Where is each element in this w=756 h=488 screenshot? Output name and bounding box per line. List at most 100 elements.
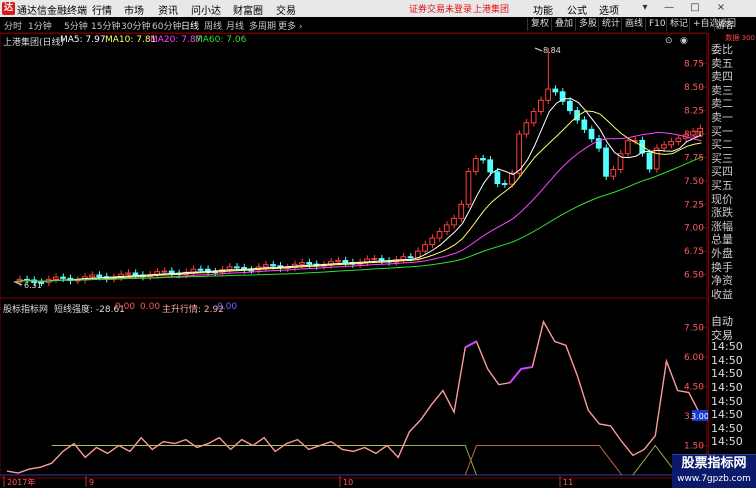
candle-body bbox=[132, 272, 139, 276]
candle-body bbox=[465, 171, 472, 205]
strength-line bbox=[6, 319, 701, 474]
price-axis-label: 6.50 bbox=[684, 271, 704, 281]
date-label: 9 bbox=[89, 478, 94, 487]
candle-body bbox=[96, 274, 103, 278]
candle-body bbox=[161, 270, 168, 273]
quote-panel: 数据 300 委比 卖五 卖四 卖三 卖二 卖一 买一 买二 买三 买四 买五 现价 涨跌 涨幅 总量 外盘换… bbox=[708, 33, 756, 487]
indicator-value-5: 0.00 bbox=[217, 302, 238, 312]
date-label: 10 bbox=[343, 478, 353, 487]
quote-panel-item: 14:50 bbox=[711, 394, 743, 408]
chart-settings-icon[interactable]: ◉ bbox=[680, 36, 688, 46]
candle-body bbox=[342, 259, 349, 263]
watermark-url: www.7gpzb.com bbox=[677, 474, 751, 484]
candle-body bbox=[653, 147, 660, 170]
candle-body bbox=[697, 127, 704, 133]
candle-body bbox=[52, 276, 59, 280]
quote-panel-item: 14:50 bbox=[711, 421, 743, 435]
candle-body bbox=[436, 230, 443, 239]
candle-body bbox=[646, 152, 653, 170]
price-axis-label: 6.75 bbox=[684, 247, 704, 257]
current-value-text: 3.00 bbox=[691, 412, 709, 421]
price-axis-label: 7.00 bbox=[684, 224, 704, 234]
main-chart-frame bbox=[0, 32, 708, 299]
quote-panel-item: 14:50 bbox=[711, 340, 743, 354]
candle-body bbox=[523, 122, 530, 135]
magenta-segment bbox=[464, 340, 477, 349]
candle-body bbox=[610, 168, 617, 177]
watermark-title: 股票指标网 bbox=[681, 456, 747, 471]
candle-body bbox=[429, 237, 436, 246]
ma20-label: MA20: 7.87 bbox=[150, 35, 202, 45]
candle-body bbox=[545, 88, 551, 101]
price-axis-label: 7.75 bbox=[684, 153, 704, 163]
quote-panel-item: 收益 bbox=[711, 287, 733, 301]
price-axis-label: 8.75 bbox=[684, 60, 704, 70]
expand-icon[interactable]: ⊙ bbox=[665, 36, 673, 46]
signal-band-2 bbox=[409, 445, 477, 476]
quote-panel-item: 14:50 bbox=[711, 408, 743, 422]
date-label: 2017年 bbox=[7, 477, 35, 487]
candle-body bbox=[60, 276, 66, 279]
candle-body bbox=[552, 88, 559, 93]
ma5-line bbox=[13, 98, 702, 283]
signal-band-4 bbox=[632, 444, 679, 476]
ma10-line bbox=[13, 110, 702, 283]
high-pointer bbox=[534, 47, 543, 52]
magenta-segment bbox=[509, 365, 533, 384]
candle-body bbox=[89, 274, 95, 278]
candle-body bbox=[516, 133, 523, 174]
high-price-label: 8.84 bbox=[543, 46, 561, 55]
candle-body bbox=[422, 244, 428, 252]
indicator-axis-label: 6.00 bbox=[684, 353, 704, 363]
candle-body bbox=[537, 99, 544, 113]
candle-body bbox=[480, 158, 486, 161]
candle-body bbox=[588, 128, 595, 140]
candle-body bbox=[501, 183, 508, 186]
candle-body bbox=[443, 224, 450, 232]
candle-body bbox=[661, 144, 667, 149]
candle-body bbox=[472, 158, 479, 173]
candle-body bbox=[624, 140, 631, 155]
chart-title: 上港集团(日线) bbox=[3, 38, 65, 48]
indicator-value-2: 0.00 bbox=[115, 302, 136, 312]
candle-body bbox=[299, 262, 305, 265]
price-axis-label: 7.25 bbox=[684, 200, 704, 210]
candle-body bbox=[335, 259, 342, 263]
candle-body bbox=[581, 119, 588, 130]
quote-panel-item: 14:50 bbox=[711, 367, 743, 381]
candle-body bbox=[226, 266, 233, 271]
candle-body bbox=[603, 147, 609, 177]
watermark-box: 股票指标网 www.7gpzb.com bbox=[672, 454, 756, 488]
candle-body bbox=[675, 137, 682, 143]
candle-body bbox=[407, 256, 414, 259]
price-axis-label: 7.50 bbox=[684, 177, 704, 187]
quote-panel-item: 14:50 bbox=[711, 381, 743, 394]
candle-body bbox=[458, 203, 465, 219]
indicator-value-4: 主升行情: 2.92 bbox=[162, 305, 224, 315]
ma60-label: MA60: 7.06 bbox=[195, 35, 247, 45]
candle-body bbox=[494, 171, 501, 185]
low-price-label: 6.31 bbox=[24, 281, 42, 290]
ma20-line bbox=[13, 131, 702, 283]
ma5-label: MA5: 7.97 bbox=[60, 35, 106, 45]
kline-chart[interactable]: 8.758.508.258.007.757.507.257.006.756.50… bbox=[0, 0, 756, 487]
quote-panel-item: 14:50 bbox=[711, 435, 743, 449]
indicator-axis-label: 4.50 bbox=[684, 383, 704, 393]
price-axis-label: 8.25 bbox=[684, 107, 704, 117]
indicator-axis-label: 1.50 bbox=[684, 442, 704, 452]
candle-body bbox=[566, 100, 573, 112]
candle-body bbox=[371, 258, 378, 261]
candle-body bbox=[451, 217, 457, 226]
indicator-name[interactable]: 股标指标网 bbox=[3, 302, 48, 315]
candle-body bbox=[530, 111, 537, 124]
signal-band-3 bbox=[464, 445, 623, 476]
visitor-tag: 游客 bbox=[716, 21, 735, 31]
candle-body bbox=[690, 131, 696, 136]
ma10-label: MA10: 7.81 bbox=[105, 35, 157, 45]
date-label: 11 bbox=[563, 478, 573, 487]
candle-body bbox=[262, 264, 269, 268]
candle-body bbox=[125, 272, 132, 275]
candle-body bbox=[197, 268, 204, 271]
quote-panel-item: 14:50 bbox=[711, 353, 743, 367]
price-axis-label: 8.50 bbox=[684, 83, 704, 93]
